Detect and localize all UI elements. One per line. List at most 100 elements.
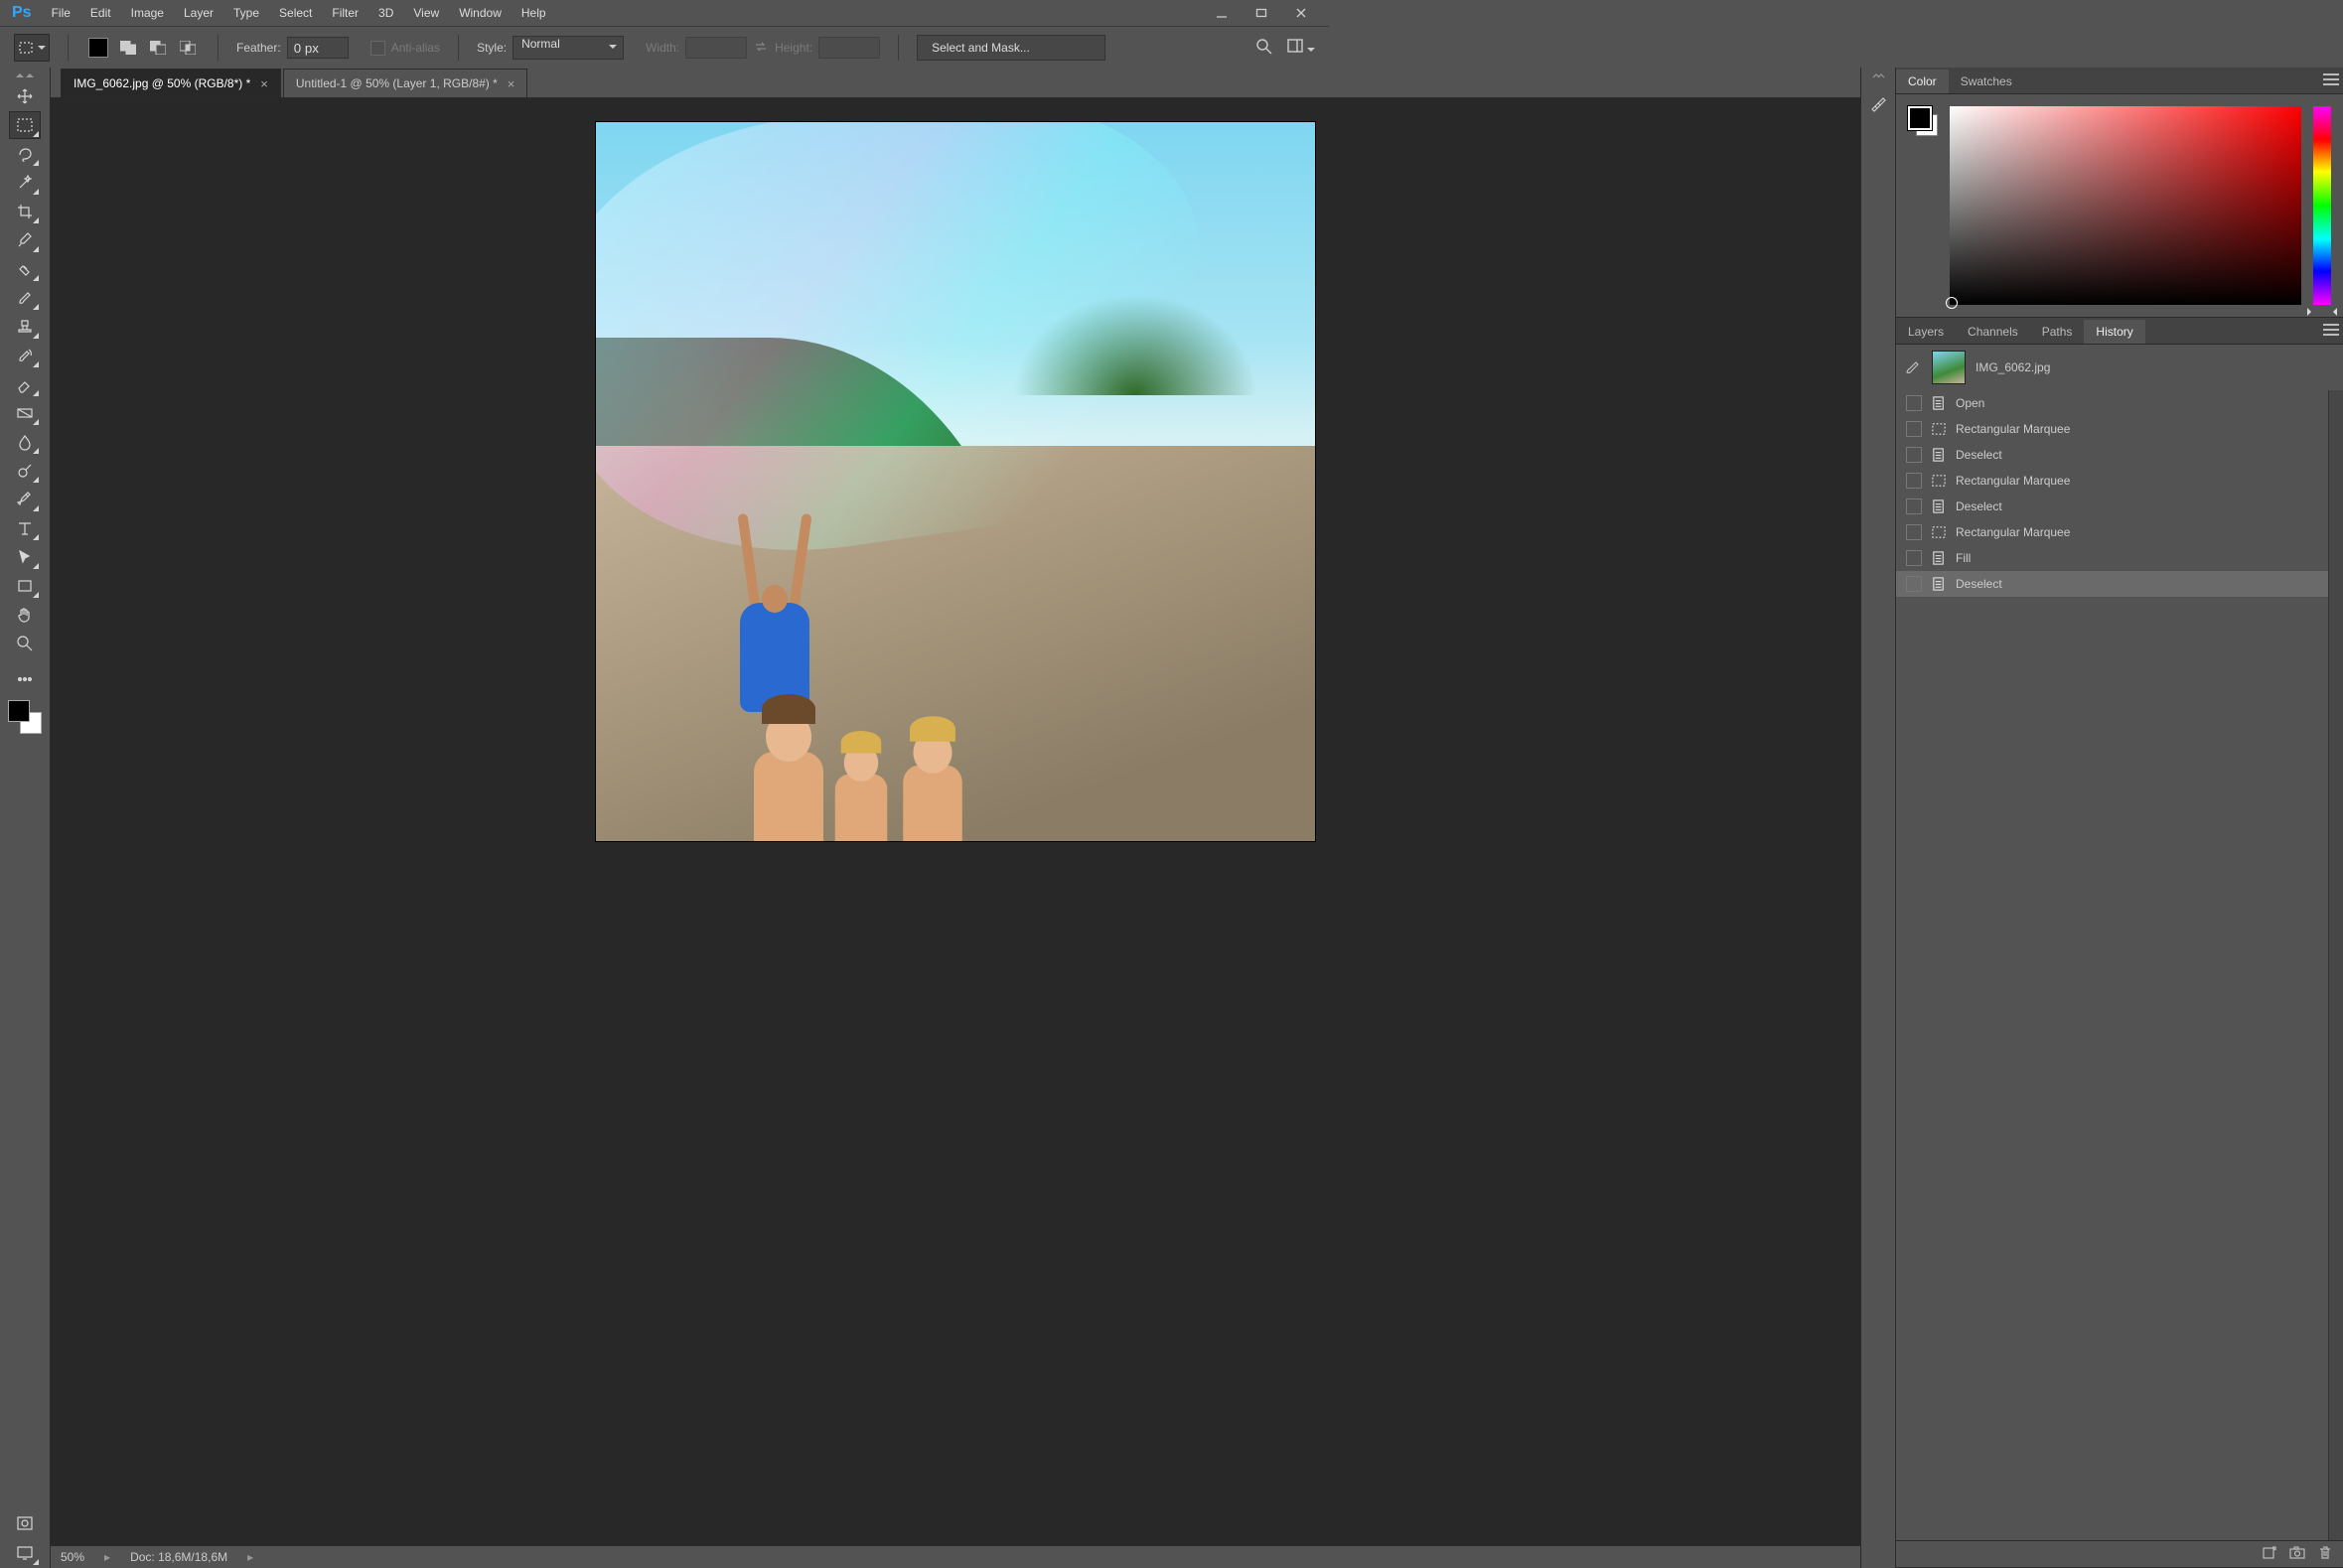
history-visibility-toggle[interactable]	[1906, 499, 1922, 514]
tool-dodge[interactable]	[9, 457, 41, 485]
history-visibility-toggle[interactable]	[1906, 524, 1922, 540]
tool-blur[interactable]	[9, 428, 41, 456]
tab-layers[interactable]: Layers	[1896, 320, 1956, 344]
close-icon[interactable]: ×	[508, 76, 515, 91]
history-row[interactable]: Open	[1896, 390, 2329, 416]
history-visibility-toggle[interactable]	[1906, 576, 1922, 592]
history-panel-menu-icon[interactable]	[2323, 324, 2339, 336]
history-row[interactable]: Fill	[1896, 545, 2329, 571]
status-doc-info[interactable]: Doc: 18,6M/18,6M	[130, 1550, 227, 1564]
history-visibility-toggle[interactable]	[1906, 473, 1922, 489]
quickmask-button[interactable]	[9, 1509, 41, 1537]
color-saturation-field[interactable]	[1950, 106, 2301, 305]
tool-lasso[interactable]	[9, 140, 41, 168]
menu-type[interactable]: Type	[223, 0, 269, 26]
history-brush-icon	[1904, 358, 1922, 376]
menu-edit[interactable]: Edit	[80, 0, 121, 26]
menu-filter[interactable]: Filter	[322, 0, 368, 26]
color-panel-menu-icon[interactable]	[2323, 73, 2339, 85]
document-canvas[interactable]	[596, 122, 1315, 841]
status-zoom[interactable]: 50%	[61, 1550, 84, 1564]
history-step-icon	[1930, 394, 1948, 412]
tool-type[interactable]	[9, 514, 41, 542]
search-icon[interactable]	[1255, 38, 1273, 59]
history-row[interactable]: Rectangular Marquee	[1896, 519, 2329, 545]
close-icon[interactable]: ×	[260, 76, 268, 91]
history-new-doc-icon[interactable]	[2262, 1545, 2277, 1564]
history-row[interactable]: Rectangular Marquee	[1896, 468, 2329, 494]
menu-image[interactable]: Image	[121, 0, 174, 26]
history-step-label: Rectangular Marquee	[1956, 525, 2070, 539]
style-select[interactable]: Normal	[513, 36, 624, 60]
document-tab-title: IMG_6062.jpg @ 50% (RGB/8*) *	[73, 76, 250, 90]
foreground-background-swatch[interactable]	[8, 700, 42, 734]
tab-channels[interactable]: Channels	[1956, 320, 2030, 344]
history-row[interactable]: Rectangular Marquee	[1896, 416, 2329, 442]
tool-wand[interactable]	[9, 169, 41, 197]
tab-color[interactable]: Color	[1896, 70, 1949, 93]
history-visibility-toggle[interactable]	[1906, 395, 1922, 411]
tool-path-select[interactable]	[9, 543, 41, 571]
history-row[interactable]: Deselect	[1896, 494, 2329, 519]
menu-view[interactable]: View	[403, 0, 449, 26]
history-step-label: Deselect	[1956, 448, 2002, 462]
feather-label: Feather:	[236, 41, 281, 55]
status-info-arrow-icon[interactable]: ▸	[247, 1550, 253, 1564]
history-visibility-toggle[interactable]	[1906, 447, 1922, 463]
window-maximize-button[interactable]	[1242, 3, 1281, 23]
dock-ruler-icon[interactable]	[1865, 91, 1891, 117]
tool-hand[interactable]	[9, 601, 41, 629]
tool-eraser[interactable]	[9, 370, 41, 398]
toolstrip-collapse-icon[interactable]	[0, 68, 50, 77]
selection-new-icon[interactable]	[86, 37, 110, 59]
history-step-icon	[1930, 472, 1948, 490]
tool-eyedropper[interactable]	[9, 226, 41, 254]
feather-input[interactable]	[287, 37, 349, 59]
selection-subtract-icon[interactable]	[146, 37, 170, 59]
history-visibility-toggle[interactable]	[1906, 421, 1922, 437]
window-minimize-button[interactable]	[1202, 3, 1242, 23]
window-close-button[interactable]	[1281, 3, 1321, 23]
tool-stamp[interactable]	[9, 313, 41, 341]
style-label: Style:	[477, 41, 507, 55]
tool-history-brush[interactable]	[9, 342, 41, 369]
menu-select[interactable]: Select	[269, 0, 322, 26]
tool-crop[interactable]	[9, 198, 41, 225]
menu-3d[interactable]: 3D	[368, 0, 403, 26]
menu-help[interactable]: Help	[512, 0, 556, 26]
tool-pen[interactable]	[9, 486, 41, 513]
color-hue-slider[interactable]	[2313, 106, 2331, 305]
selection-intersect-icon[interactable]	[176, 37, 200, 59]
history-row[interactable]: Deselect	[1896, 571, 2329, 597]
tool-move[interactable]	[9, 82, 41, 110]
status-zoom-arrow-icon[interactable]: ▸	[104, 1550, 110, 1564]
history-snapshot-thumb[interactable]	[1932, 351, 1966, 384]
history-visibility-toggle[interactable]	[1906, 550, 1922, 566]
edit-toolbar-button[interactable]	[9, 665, 41, 693]
menu-window[interactable]: Window	[449, 0, 512, 26]
history-row[interactable]: Deselect	[1896, 442, 2329, 468]
tab-swatches[interactable]: Swatches	[1949, 70, 2024, 93]
history-snapshot-icon[interactable]	[2289, 1545, 2305, 1564]
tool-brush[interactable]	[9, 284, 41, 312]
history-step-label: Deselect	[1956, 499, 2002, 513]
screenmode-button[interactable]	[9, 1539, 41, 1567]
tab-paths[interactable]: Paths	[2030, 320, 2085, 344]
history-step-label: Rectangular Marquee	[1956, 474, 2070, 488]
current-tool-indicator[interactable]	[14, 34, 50, 62]
menu-layer[interactable]: Layer	[174, 0, 223, 26]
tool-healing[interactable]	[9, 255, 41, 283]
document-tab[interactable]: Untitled-1 @ 50% (Layer 1, RGB/8#) *×	[283, 69, 528, 97]
workspace-switcher-icon[interactable]	[1287, 38, 1315, 59]
document-tab[interactable]: IMG_6062.jpg @ 50% (RGB/8*) * ×	[61, 69, 281, 97]
tool-marquee[interactable]	[9, 111, 41, 139]
select-and-mask-button[interactable]: Select and Mask...	[917, 35, 1105, 61]
history-delete-icon[interactable]	[2317, 1545, 2333, 1564]
menu-file[interactable]: File	[42, 0, 80, 26]
tool-shape[interactable]	[9, 572, 41, 600]
selection-add-icon[interactable]	[116, 37, 140, 59]
tab-history[interactable]: History	[2084, 320, 2144, 344]
tool-zoom[interactable]	[9, 630, 41, 657]
tool-gradient[interactable]	[9, 399, 41, 427]
color-foreground-background-swatch[interactable]	[1908, 106, 1938, 136]
